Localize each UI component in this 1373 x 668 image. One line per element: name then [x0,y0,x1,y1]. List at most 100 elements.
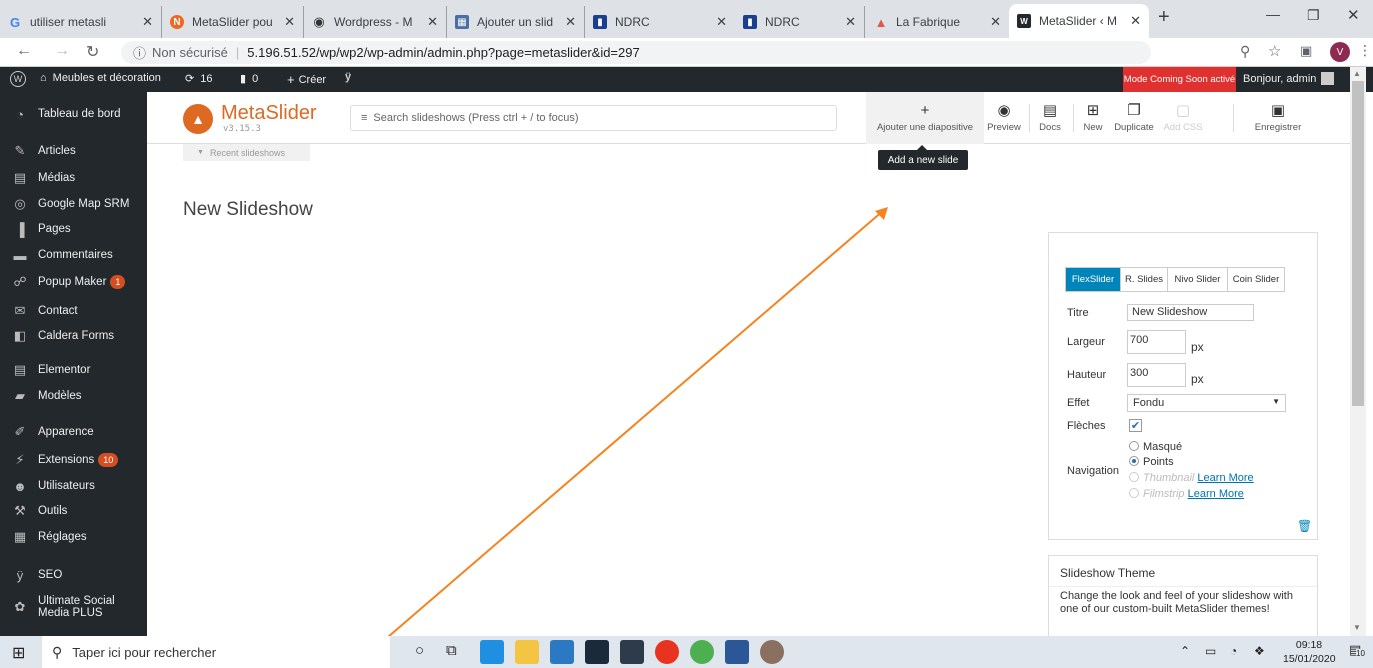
radio-button[interactable] [1129,488,1139,498]
radio-button[interactable] [1129,472,1139,482]
add-slide-button[interactable]: + Ajouter une diapositive [866,92,984,144]
taskbar-search-input[interactable]: ⚲ Taper ici pour rechercher [42,636,390,668]
sidebar-item-models[interactable]: ▰ Modèles [0,384,147,408]
width-input[interactable]: 700 [1127,330,1186,354]
tab-flexslider[interactable]: FlexSlider [1066,268,1120,291]
comments-link[interactable]: ▮ 0 [240,72,258,86]
close-tab-icon[interactable]: ✕ [565,14,576,30]
yoast-icon[interactable]: ÿ [345,71,351,83]
create-link[interactable]: + Créer [287,72,326,87]
browser-tab[interactable]: ▲ La Fabrique ✕ [866,6,1009,38]
sidebar-item-elementor[interactable]: ▤ Elementor [0,358,147,382]
mail-icon[interactable] [585,640,609,664]
tab-coin-slider[interactable]: Coin Slider [1227,268,1284,291]
sidebar-item-media[interactable]: ▤ Médias [0,166,147,190]
close-tab-icon[interactable]: ✕ [990,14,1001,30]
scroll-up-icon[interactable]: ▲ [1353,69,1361,78]
sidebar-item-tools[interactable]: ⚒ Outils [0,499,147,523]
dropbox-icon[interactable]: ❖ [1254,644,1265,658]
close-window-icon[interactable]: ✕ [1347,6,1360,24]
browser-tab[interactable]: ▦ Ajouter un slid ✕ [447,6,585,38]
duplicate-button[interactable]: ❐ Duplicate [1110,92,1158,144]
sidebar-item-appearance[interactable]: ✐ Apparence [0,420,147,444]
minimize-icon[interactable]: — [1266,6,1280,22]
preview-button[interactable]: ◉ Preview [985,92,1023,144]
new-button[interactable]: ⊞ New [1082,92,1104,144]
browser-tab[interactable]: ◉ Wordpress - M ✕ [304,6,447,38]
url-field[interactable]: ⓘ Non sécurisé | 5.196.51.52/wp/wp2/wp-a… [121,41,1151,64]
browser-tab[interactable]: ▮ NDRC ✕ [735,6,865,38]
sidebar-item-extensions[interactable]: ⚡ Extensions 10 [0,448,147,472]
sidebar-item-comments[interactable]: ▬ Commentaires [0,243,147,267]
battery-icon[interactable]: ▭ [1205,644,1216,658]
tray-chevron-icon[interactable]: ⌃ [1180,644,1190,658]
tab-responsive-slides[interactable]: R. Slides [1120,268,1167,291]
docs-button[interactable]: ▤ Docs [1037,92,1063,144]
cortana-icon[interactable]: ○ [415,642,424,659]
sidebar-item-popup-maker[interactable]: ☍ Popup Maker 1 [0,270,147,294]
site-name-link[interactable]: ⌂ Meubles et décoration [40,72,161,84]
add-css-button[interactable]: ▢ Add CSS [1162,92,1204,144]
account-menu[interactable]: Bonjour, admin [1243,72,1335,85]
page-scrollbar[interactable]: ▲ ▼ [1350,67,1366,636]
trash-icon[interactable]: 🗑 [1297,519,1312,533]
edge-icon[interactable] [480,640,504,664]
new-tab-icon[interactable]: + [1158,6,1170,29]
close-tab-icon[interactable]: ✕ [845,14,856,30]
sidebar-item-settings[interactable]: ▦ Réglages [0,525,147,549]
browser-tab[interactable]: N MetaSlider pou ✕ [162,6,304,38]
file-explorer-icon[interactable] [515,640,539,664]
title-input[interactable]: New Slideshow [1127,304,1254,321]
sidebar-item-articles[interactable]: ✎ Articles [0,139,147,163]
zoom-icon[interactable]: ⚲ [1240,43,1250,60]
radio-button-selected[interactable] [1129,456,1139,466]
task-view-icon[interactable]: ⧉ [446,642,457,659]
sidebar-item-users[interactable]: ☻ Utilisateurs [0,474,147,498]
word-icon[interactable] [725,640,749,664]
sidebar-item-dashboard[interactable]: ◔ Tableau de bord [0,102,147,126]
close-tab-icon[interactable]: ✕ [142,14,153,30]
height-input[interactable]: 300 [1127,363,1186,387]
sidebar-item-contact[interactable]: ✉ Contact [0,299,147,323]
profile-avatar[interactable]: V [1330,42,1350,62]
restore-icon[interactable]: ❐ [1307,7,1320,24]
reload-icon[interactable]: ↻ [86,42,99,62]
scroll-thumb[interactable] [1352,81,1364,406]
close-tab-icon[interactable]: ✕ [1130,13,1141,29]
wordpress-logo-icon[interactable]: W [10,71,26,87]
taskbar-clock[interactable]: 09:18 15/01/2020 [1283,638,1336,666]
app-l-icon[interactable] [550,640,574,664]
search-slideshows-input[interactable]: ≡ Search slideshows (Press ctrl + / to fo… [350,105,837,131]
menu-kebab-icon[interactable]: ⋮ [1358,42,1372,59]
close-tab-icon[interactable]: ✕ [284,14,295,30]
windows-start-icon[interactable]: ⊞ [12,643,25,663]
coming-soon-badge[interactable]: Mode Coming Soon activé [1123,67,1236,92]
recent-slideshows-toggle[interactable]: ▼ Recent slideshows [183,144,310,161]
learn-more-link[interactable]: Learn More [1197,472,1253,484]
radio-button[interactable] [1129,441,1139,451]
bookmark-star-icon[interactable]: ☆ [1268,42,1281,60]
sidebar-item-social-media[interactable]: ✿ Ultimate Social Media PLUS [0,592,147,622]
sidebar-item-google-map[interactable]: ◎ Google Map SRM [0,192,147,216]
back-icon[interactable]: ← [16,42,32,60]
nav-option-filmstrip[interactable]: Filmstrip Learn More [1129,488,1244,500]
save-button[interactable]: ▣ Enregistrer [1250,92,1306,144]
close-tab-icon[interactable]: ✕ [427,14,438,30]
tab-nivo-slider[interactable]: Nivo Slider [1167,268,1227,291]
forward-icon[interactable]: → [54,42,70,60]
opera-icon[interactable] [655,640,679,664]
paint-icon[interactable] [760,640,784,664]
effect-select[interactable]: Fondu ▼ [1127,394,1286,412]
sidebar-item-seo[interactable]: ÿ SEO [0,563,147,587]
sidebar-item-caldera-forms[interactable]: ◧ Caldera Forms [0,324,147,348]
close-tab-icon[interactable]: ✕ [716,14,727,30]
store-icon[interactable] [620,640,644,664]
network-icon[interactable]: ◔ [1230,644,1237,658]
sidebar-item-pages[interactable]: ▐ Pages [0,217,147,241]
chrome-icon[interactable] [690,640,714,664]
extension-icon[interactable]: ▣ [1300,43,1312,59]
action-center-icon[interactable]: ▤10 [1349,642,1365,658]
nav-option-hidden[interactable]: Masqué [1129,441,1182,453]
browser-tab-active[interactable]: W MetaSlider ‹ M ✕ [1009,4,1149,38]
nav-option-thumbnail[interactable]: Thumbnail Learn More [1129,472,1254,484]
